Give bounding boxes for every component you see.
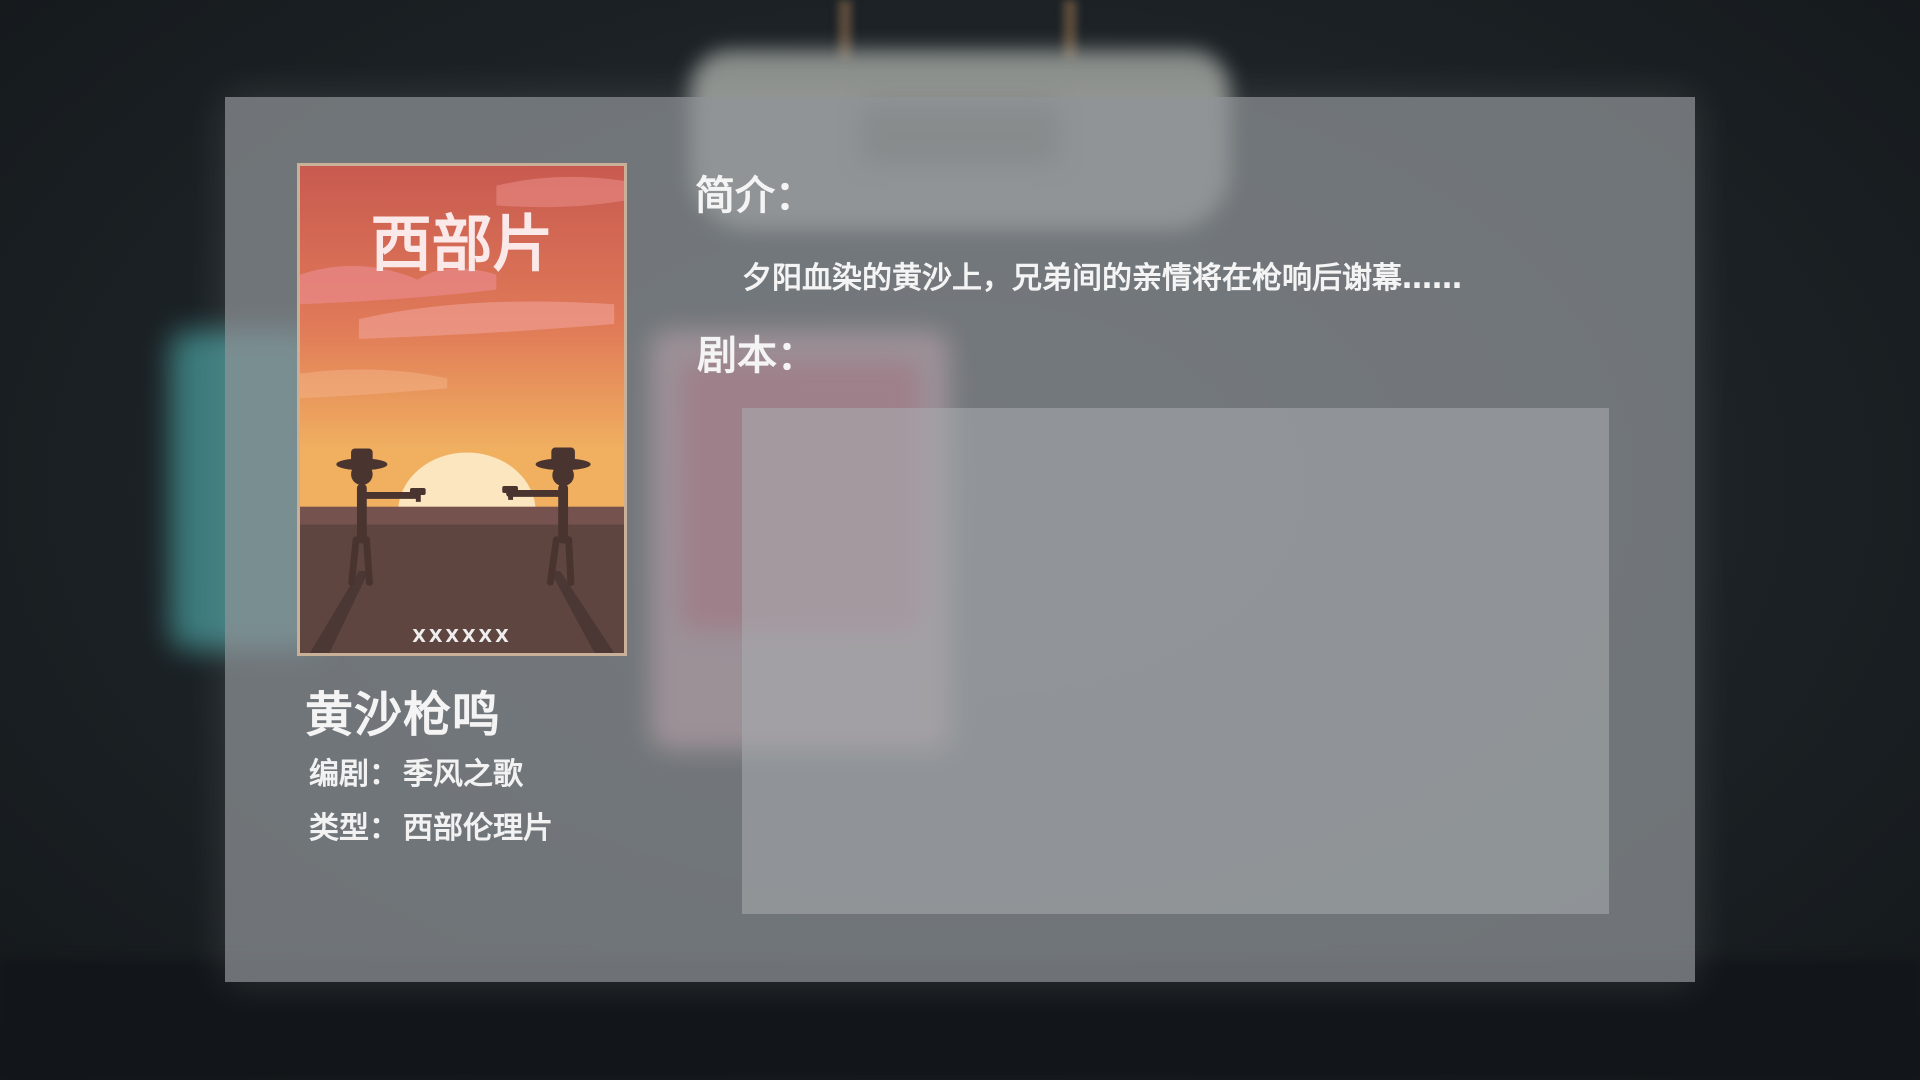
writer-label: 编剧：: [309, 757, 399, 792]
intro-text: 夕阳血染的黄沙上，兄弟间的亲情将在枪响后谢幕……: [742, 261, 1462, 296]
script-label: 剧本：: [697, 333, 817, 379]
genre-value: 西部伦理片: [403, 811, 553, 846]
writer-row: 编剧： 季风之歌: [309, 749, 523, 793]
poster-bottom-text: XXXXXX: [412, 627, 511, 647]
movie-title: 黄沙枪鸣: [305, 687, 502, 743]
script-detail-panel: 西部片 XXXXXX 黄沙枪鸣 编剧： 季风之歌 类型： 西部伦理片 简介： 夕阳血…: [225, 97, 1695, 982]
genre-label: 类型：: [309, 811, 399, 846]
genre-row: 类型： 西部伦理片: [309, 803, 553, 847]
intro-label: 简介：: [695, 173, 815, 219]
poster-horizon: [300, 506, 624, 525]
writer-value: 季风之歌: [403, 757, 523, 792]
poster-illustration: 西部片 XXXXXX: [300, 166, 624, 653]
script-content-area[interactable]: [742, 408, 1609, 914]
movie-poster: 西部片 XXXXXX: [297, 163, 627, 656]
poster-title-art: 西部片: [371, 209, 554, 280]
